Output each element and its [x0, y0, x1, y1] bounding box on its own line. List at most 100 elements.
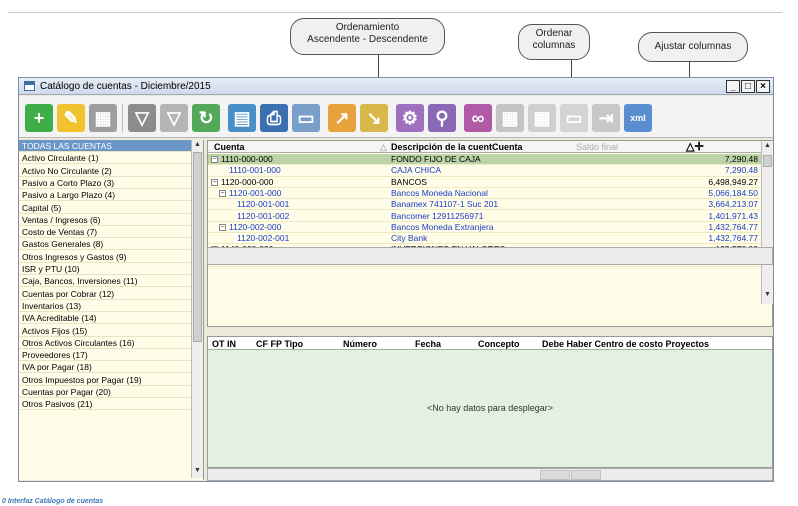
account-group-item[interactable]: Cuentas por Cobrar (12) — [19, 288, 191, 300]
figure-caption: 0 Interfaz Catálogo de cuentas — [2, 498, 104, 505]
account-group-item[interactable]: IVA Acreditable (14) — [19, 312, 191, 325]
callout-order: Ordenar columnas — [518, 24, 590, 60]
account-group-item[interactable]: Activo No Circulante (2) — [19, 165, 191, 177]
account-group-item[interactable]: TODAS LAS CUENTAS — [19, 140, 191, 152]
table-row[interactable]: −1110-000-000 FONDO FIJO DE CAJA 7,290.48 — [208, 154, 761, 166]
doc-disabled-icon[interactable]: ▭ — [560, 104, 588, 132]
account-group-item[interactable]: Proveedores (17) — [19, 349, 191, 362]
scroll-thumb[interactable] — [193, 152, 202, 342]
column-header-cuenta[interactable]: Cuenta — [214, 142, 245, 152]
grid-scroll-up-icon[interactable]: ▲ — [762, 141, 773, 151]
account-group-item[interactable]: Pasivo a Largo Plazo (4) — [19, 189, 191, 202]
filter-icon[interactable]: ▽ — [128, 104, 156, 132]
tree-expander-icon[interactable]: − — [219, 223, 226, 231]
tree-expander-icon[interactable]: − — [211, 178, 218, 186]
print-icon[interactable]: ⎙ — [260, 104, 288, 132]
table-row[interactable]: −1120-000-000 BANCOS 6,498,949.27 — [208, 177, 761, 188]
table-row[interactable]: 1110-001-000 CAJA CHICA 7,290.48 — [208, 165, 761, 177]
monitor-icon[interactable]: ▭ — [292, 104, 320, 132]
preview-icon[interactable]: ▤ — [228, 104, 256, 132]
scroll-down-icon[interactable]: ▼ — [192, 466, 203, 476]
cell-descripcion: Bancomer 12911256971 — [391, 210, 484, 221]
cell-saldo: 1,432,764.77 — [708, 221, 758, 232]
account-group-list: TODAS LAS CUENTAS Activo Circulante (1) Ac… — [19, 140, 204, 480]
resize-column-icon[interactable]: △✛ — [686, 140, 704, 153]
account-group-item[interactable]: Activos Fijos (15) — [19, 325, 191, 337]
filter-refresh-icon[interactable]: ↻ — [192, 104, 220, 132]
grid-scroll-thumb[interactable] — [763, 155, 772, 167]
footer-cell — [540, 470, 570, 480]
cell-cuenta: 1120-002-001 — [237, 233, 290, 244]
detail-footer-bar — [207, 468, 773, 481]
export-icon[interactable]: ↗ — [328, 104, 356, 132]
account-group-item[interactable]: Costo de Ventas (7) — [19, 226, 191, 239]
cell-saldo: 1,432,764.77 — [708, 233, 758, 244]
table-row[interactable]: −1120-002-000 Bancos Moneda Extranjera 1,4… — [208, 221, 761, 234]
detail-header-fecha[interactable]: Fecha — [415, 339, 441, 349]
cell-cuenta: 1110-001-000 — [229, 165, 281, 176]
cell-descripcion: Bancos Moneda Extranjera — [391, 221, 494, 232]
import-icon[interactable]: ↘ — [360, 104, 388, 132]
left-list-scrollbar[interactable]: ▲ ▼ — [191, 140, 203, 478]
sheet-disabled-icon[interactable]: ▦ — [528, 104, 556, 132]
edit-icon[interactable]: ✎ — [57, 104, 85, 132]
account-group-item[interactable]: Otros Impuestos por Pagar (19) — [19, 374, 191, 386]
account-group-item[interactable]: Cuentas por Pagar (20) — [19, 386, 191, 398]
sort-arrow-icon[interactable]: △ — [380, 142, 387, 153]
search-icon[interactable]: ⚲ — [428, 104, 456, 132]
table-row[interactable]: 1120-001-002 Bancomer 12911256971 1,401,97… — [208, 211, 761, 222]
account-group-item[interactable]: Otros Pasivos (21) — [19, 398, 191, 411]
cell-descripcion: BANCOS — [391, 176, 427, 187]
delete-icon[interactable]: ▦ — [89, 104, 117, 132]
cell-cuenta: 1120-001-002 — [237, 210, 290, 221]
catalog-window: Catálogo de cuentas - Diciembre/2015 _ □… — [18, 77, 774, 482]
cell-saldo: 7,290.48 — [724, 154, 758, 164]
tree-expander-icon[interactable]: − — [211, 156, 218, 163]
cell-descripcion: CAJA CHICA — [391, 165, 442, 176]
column-header-saldo[interactable]: Saldo final — [576, 142, 618, 152]
minimize-button[interactable]: _ — [726, 80, 740, 93]
account-group-item[interactable]: Otros Ingresos y Gastos (9) — [19, 251, 191, 263]
maximize-button[interactable]: □ — [741, 80, 755, 93]
settings-icon[interactable]: ⚙ — [396, 104, 424, 132]
filter-clear-icon[interactable]: ▽ — [160, 104, 188, 132]
close-button[interactable]: × — [756, 80, 770, 93]
account-group-item[interactable]: Caja, Bancos, Inversiones (11) — [19, 275, 191, 288]
grid-scroll-down-icon[interactable]: ▼ — [762, 290, 773, 300]
cell-cuenta: 1120-001-001 — [237, 199, 290, 210]
account-group-item[interactable]: Inventarios (13) — [19, 300, 191, 312]
detail-header-ot-in[interactable]: OT IN — [212, 339, 236, 349]
link-icon[interactable]: ∞ — [464, 104, 492, 132]
table-row[interactable]: −1120-001-000 Bancos Moneda Nacional 5,066… — [208, 188, 761, 200]
detail-header-numero[interactable]: Número — [343, 339, 377, 349]
exit-disabled-icon[interactable]: ⇥ — [592, 104, 620, 132]
toolbar: + ✎ ▦ ▽ ▽ ↻ ▤ ⎙ ▭ ↗ ↘ ⚙ ⚲ ∞ ▦ ▦ ▭ ⇥ xml — [19, 96, 773, 138]
cell-cuenta: 1110-000-000 — [221, 154, 273, 164]
table-row[interactable]: 1120-002-001 City Bank 1,432,764.77 — [208, 233, 761, 245]
detail-header-debe-haber[interactable]: Debe Haber Centro de costo Proyectos — [542, 339, 709, 349]
grid-disabled-icon[interactable]: ▦ — [496, 104, 524, 132]
detail-header-cf-fp-tipo[interactable]: CF FP Tipo — [256, 339, 303, 349]
table-row[interactable]: 1120-001-001 Banamex 741107-1 Suc 201 3,66… — [208, 199, 761, 211]
account-group-item[interactable]: Activo Circulante (1) — [19, 152, 191, 165]
cell-cuenta: 1120-000-000 — [221, 176, 274, 187]
title-bar: Catálogo de cuentas - Diciembre/2015 _ □… — [19, 78, 773, 95]
add-icon[interactable]: + — [25, 104, 53, 132]
xml-icon[interactable]: xml — [624, 104, 652, 132]
account-group-item[interactable]: Otros Activos Circulantes (16) — [19, 337, 191, 349]
scroll-up-icon[interactable]: ▲ — [192, 140, 203, 150]
account-group-item[interactable]: Ventas / Ingresos (6) — [19, 214, 191, 226]
account-group-item[interactable]: Gastos Generales (8) — [19, 238, 191, 251]
account-group-item[interactable]: IVA por Pagar (18) — [19, 361, 191, 374]
account-group-item[interactable]: Pasivo a Corto Plazo (3) — [19, 177, 191, 189]
tree-expander-icon[interactable]: − — [219, 189, 226, 197]
toolbar-separator — [122, 104, 123, 132]
detail-header-concepto[interactable]: Concepto — [478, 339, 520, 349]
cell-saldo: 6,498,949.27 — [708, 176, 758, 187]
account-group-item[interactable]: ISR y PTU (10) — [19, 263, 191, 275]
column-header-descripcion[interactable]: Descripción de la cuentCuenta — [391, 142, 523, 152]
grid-scrollbar[interactable]: ▲ ▼ — [761, 141, 773, 304]
account-group-item[interactable]: Capital (5) — [19, 202, 191, 214]
cell-saldo: 3,664,213.07 — [708, 199, 758, 210]
movements-detail-grid: OT IN CF FP Tipo Número Fecha Concepto D… — [207, 336, 773, 468]
